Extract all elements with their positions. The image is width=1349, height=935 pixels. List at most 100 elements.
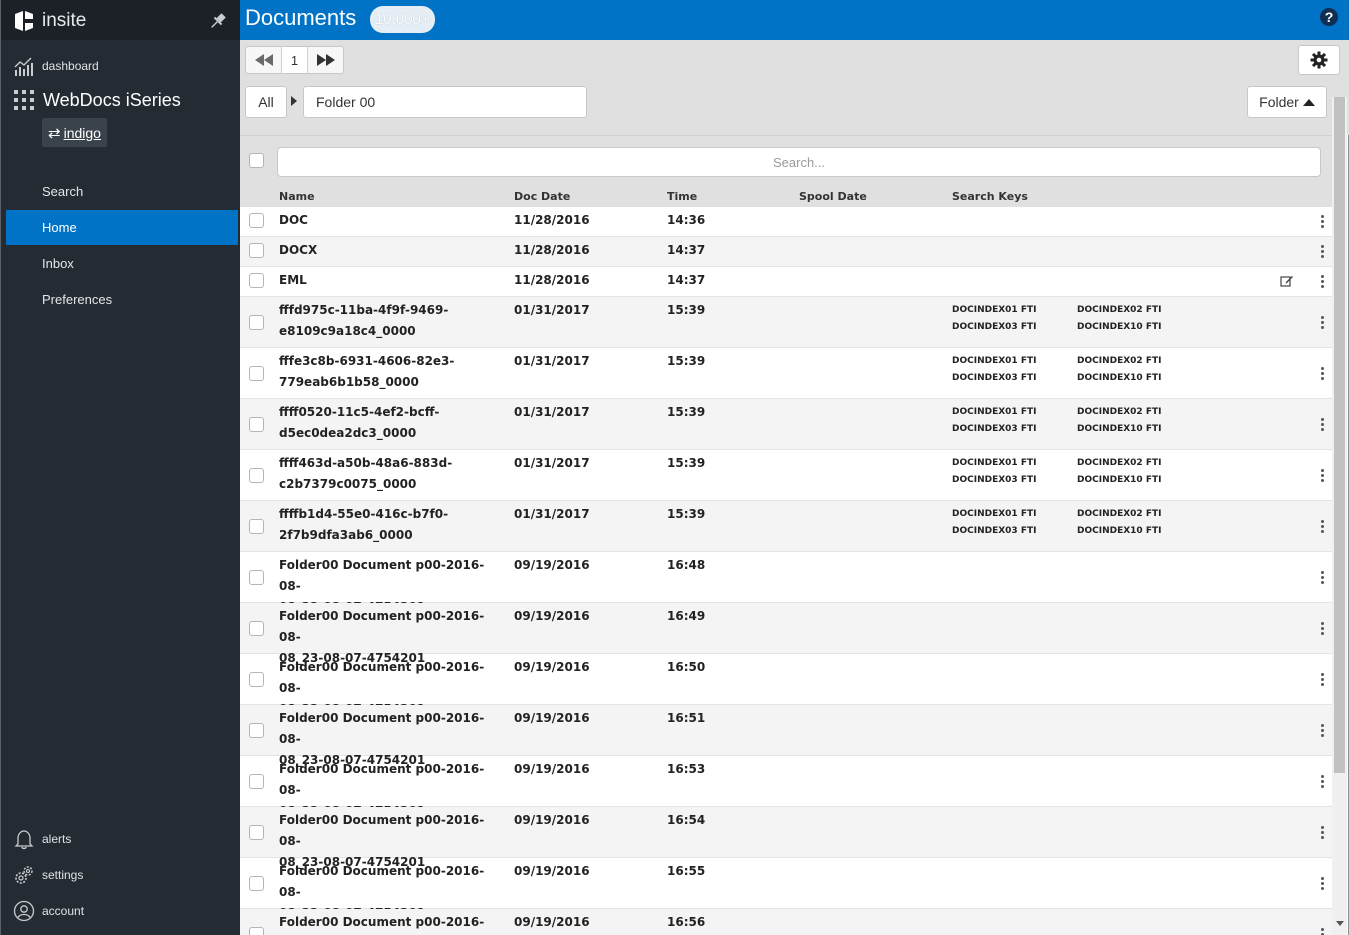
column-header-search-keys[interactable]: Search Keys	[952, 190, 1028, 203]
document-name[interactable]: fffd975c-11ba-4f9f-9469- e8109c9a18c4_000…	[279, 300, 499, 342]
sort-folder-button[interactable]: Folder	[1247, 86, 1327, 118]
next-page-button[interactable]	[308, 47, 343, 73]
pin-icon[interactable]	[208, 11, 228, 31]
doc-time: 16:51	[667, 711, 706, 725]
row-checkbox[interactable]	[249, 825, 264, 840]
breadcrumb-all-button[interactable]: All	[245, 86, 287, 118]
document-name[interactable]: ffffb1d4-55e0-416c-b7f0- 2f7b9dfa3ab6_000…	[279, 504, 499, 546]
column-header-doc-date[interactable]: Doc Date	[514, 190, 570, 203]
row-menu-icon[interactable]	[1316, 774, 1328, 790]
column-header-time[interactable]: Time	[667, 190, 697, 203]
row-checkbox[interactable]	[249, 315, 264, 330]
row-menu-icon[interactable]	[1316, 244, 1328, 260]
settings-gear-button[interactable]	[1298, 45, 1340, 75]
sidebar-item-preferences[interactable]: Preferences	[6, 282, 238, 317]
row-checkbox[interactable]	[249, 243, 264, 258]
row-menu-icon[interactable]	[1316, 519, 1328, 535]
row-checkbox[interactable]	[249, 927, 264, 935]
sidebar-item-home[interactable]: Home	[6, 210, 238, 245]
document-name[interactable]: Folder00 Document p00-2016-08-08_23-08-0…	[279, 912, 499, 935]
row-checkbox[interactable]	[249, 621, 264, 636]
row-checkbox[interactable]	[249, 723, 264, 738]
row-menu-icon[interactable]	[1316, 825, 1328, 841]
app-switcher[interactable]: WebDocs iSeries	[13, 89, 181, 111]
sidebar-item-inbox[interactable]: Inbox	[6, 246, 238, 281]
breadcrumb: All Folder 00 Folder	[240, 80, 1349, 135]
row-menu-icon[interactable]	[1316, 417, 1328, 433]
doc-time: 15:39	[667, 456, 706, 470]
document-name[interactable]: DOCX	[279, 240, 499, 261]
table-row[interactable]: Folder00 Document p00-2016-08-08_23-08-0…	[240, 909, 1332, 935]
table-row[interactable]: Folder00 Document p00-2016-08-08_23-08-0…	[240, 654, 1332, 716]
search-key: DOCINDEX02 FTI	[1077, 458, 1162, 468]
document-name[interactable]: fffe3c8b-6931-4606-82e3- 779eab6b1b58_000…	[279, 351, 499, 393]
vertical-scrollbar[interactable]	[1332, 97, 1347, 935]
row-checkbox[interactable]	[249, 273, 264, 288]
row-menu-icon[interactable]	[1316, 366, 1328, 382]
current-page-number[interactable]: 1	[281, 47, 308, 73]
row-checkbox[interactable]	[249, 672, 264, 687]
row-menu-icon[interactable]	[1316, 468, 1328, 484]
table-row[interactable]: DOCX 11/28/2016 14:37	[240, 237, 1332, 267]
row-menu-icon[interactable]	[1316, 621, 1328, 637]
table-row[interactable]: ffff0520-11c5-4ef2-bcff-d5ec0dea2dc3_000…	[240, 399, 1332, 450]
scroll-down-arrow-icon[interactable]	[1336, 921, 1344, 926]
document-name[interactable]: EML	[279, 270, 499, 291]
sidebar-item-alerts[interactable]: alerts	[13, 828, 71, 850]
row-menu-icon[interactable]	[1316, 672, 1328, 688]
row-menu-icon[interactable]	[1316, 274, 1328, 290]
sidebar-item-account[interactable]: account	[13, 900, 84, 922]
doc-date: 11/28/2016	[514, 273, 590, 287]
table-row[interactable]: Folder00 Document p00-2016-08-08_23-08-0…	[240, 603, 1332, 665]
table-row[interactable]: Folder00 Document p00-2016-08-08_23-08-0…	[240, 756, 1332, 818]
previous-page-button[interactable]	[246, 47, 281, 73]
edit-icon[interactable]	[1280, 274, 1294, 288]
row-menu-icon[interactable]	[1316, 570, 1328, 586]
row-checkbox[interactable]	[249, 570, 264, 585]
doc-time: 14:37	[667, 243, 706, 257]
table-row[interactable]: Folder00 Document p00-2016-08-08_23-08-0…	[240, 705, 1332, 767]
row-menu-icon[interactable]	[1316, 927, 1328, 935]
row-menu-icon[interactable]	[1316, 876, 1328, 892]
doc-time: 15:39	[667, 303, 706, 317]
table-row[interactable]: Folder00 Document p00-2016-08-08_23-08-0…	[240, 807, 1332, 869]
table-row[interactable]: Folder00 Document p00-2016-08-08_23-08-0…	[240, 858, 1332, 920]
table-row[interactable]: fffe3c8b-6931-4606-82e3- 779eab6b1b58_000…	[240, 348, 1332, 399]
sidebar-item-settings[interactable]: settings	[13, 864, 83, 886]
table-row[interactable]: ffff463d-a50b-48a6-883d-c2b7379c0075_000…	[240, 450, 1332, 501]
row-checkbox[interactable]	[249, 519, 264, 534]
document-name[interactable]: DOC	[279, 210, 499, 231]
help-icon[interactable]: ?	[1320, 8, 1338, 26]
row-menu-icon[interactable]	[1316, 315, 1328, 331]
table-row[interactable]: DOC 11/28/2016 14:36	[240, 207, 1332, 237]
search-key: DOCINDEX03 FTI	[952, 526, 1037, 536]
document-name-line: Folder00 Document p00-2016-08-	[279, 864, 485, 899]
column-header-spool-date[interactable]: Spool Date	[799, 190, 867, 203]
environment-switch-button[interactable]: ⇄ indigo	[42, 118, 107, 147]
document-name[interactable]: ffff0520-11c5-4ef2-bcff-d5ec0dea2dc3_000…	[279, 402, 499, 444]
document-name[interactable]: ffff463d-a50b-48a6-883d-c2b7379c0075_000…	[279, 453, 499, 495]
sidebar-item-dashboard[interactable]: dashboard	[13, 55, 99, 77]
scrollbar-thumb[interactable]	[1334, 97, 1345, 773]
row-checkbox[interactable]	[249, 468, 264, 483]
row-checkbox[interactable]	[249, 876, 264, 891]
row-menu-icon[interactable]	[1316, 214, 1328, 230]
search-key: DOCINDEX10 FTI	[1077, 424, 1162, 434]
breadcrumb-separator-icon	[291, 96, 297, 106]
row-menu-icon[interactable]	[1316, 723, 1328, 739]
row-checkbox[interactable]	[249, 213, 264, 228]
table-row[interactable]: EML 11/28/2016 14:37	[240, 267, 1332, 297]
row-checkbox[interactable]	[249, 366, 264, 381]
table-row[interactable]: Folder00 Document p00-2016-08-08_23-08-0…	[240, 552, 1332, 614]
table-row[interactable]: ffffb1d4-55e0-416c-b7f0- 2f7b9dfa3ab6_000…	[240, 501, 1332, 552]
sidebar-item-label: settings	[42, 868, 84, 882]
row-checkbox[interactable]	[249, 774, 264, 789]
sidebar-item-search[interactable]: Search	[6, 174, 238, 209]
breadcrumb-folder[interactable]: Folder 00	[303, 86, 587, 118]
select-all-checkbox[interactable]	[249, 153, 264, 168]
row-checkbox[interactable]	[249, 417, 264, 432]
column-header-name[interactable]: Name	[279, 190, 315, 203]
document-name-line: DOCX	[279, 243, 318, 257]
search-input[interactable]	[277, 147, 1321, 177]
table-row[interactable]: fffd975c-11ba-4f9f-9469- e8109c9a18c4_000…	[240, 297, 1332, 348]
